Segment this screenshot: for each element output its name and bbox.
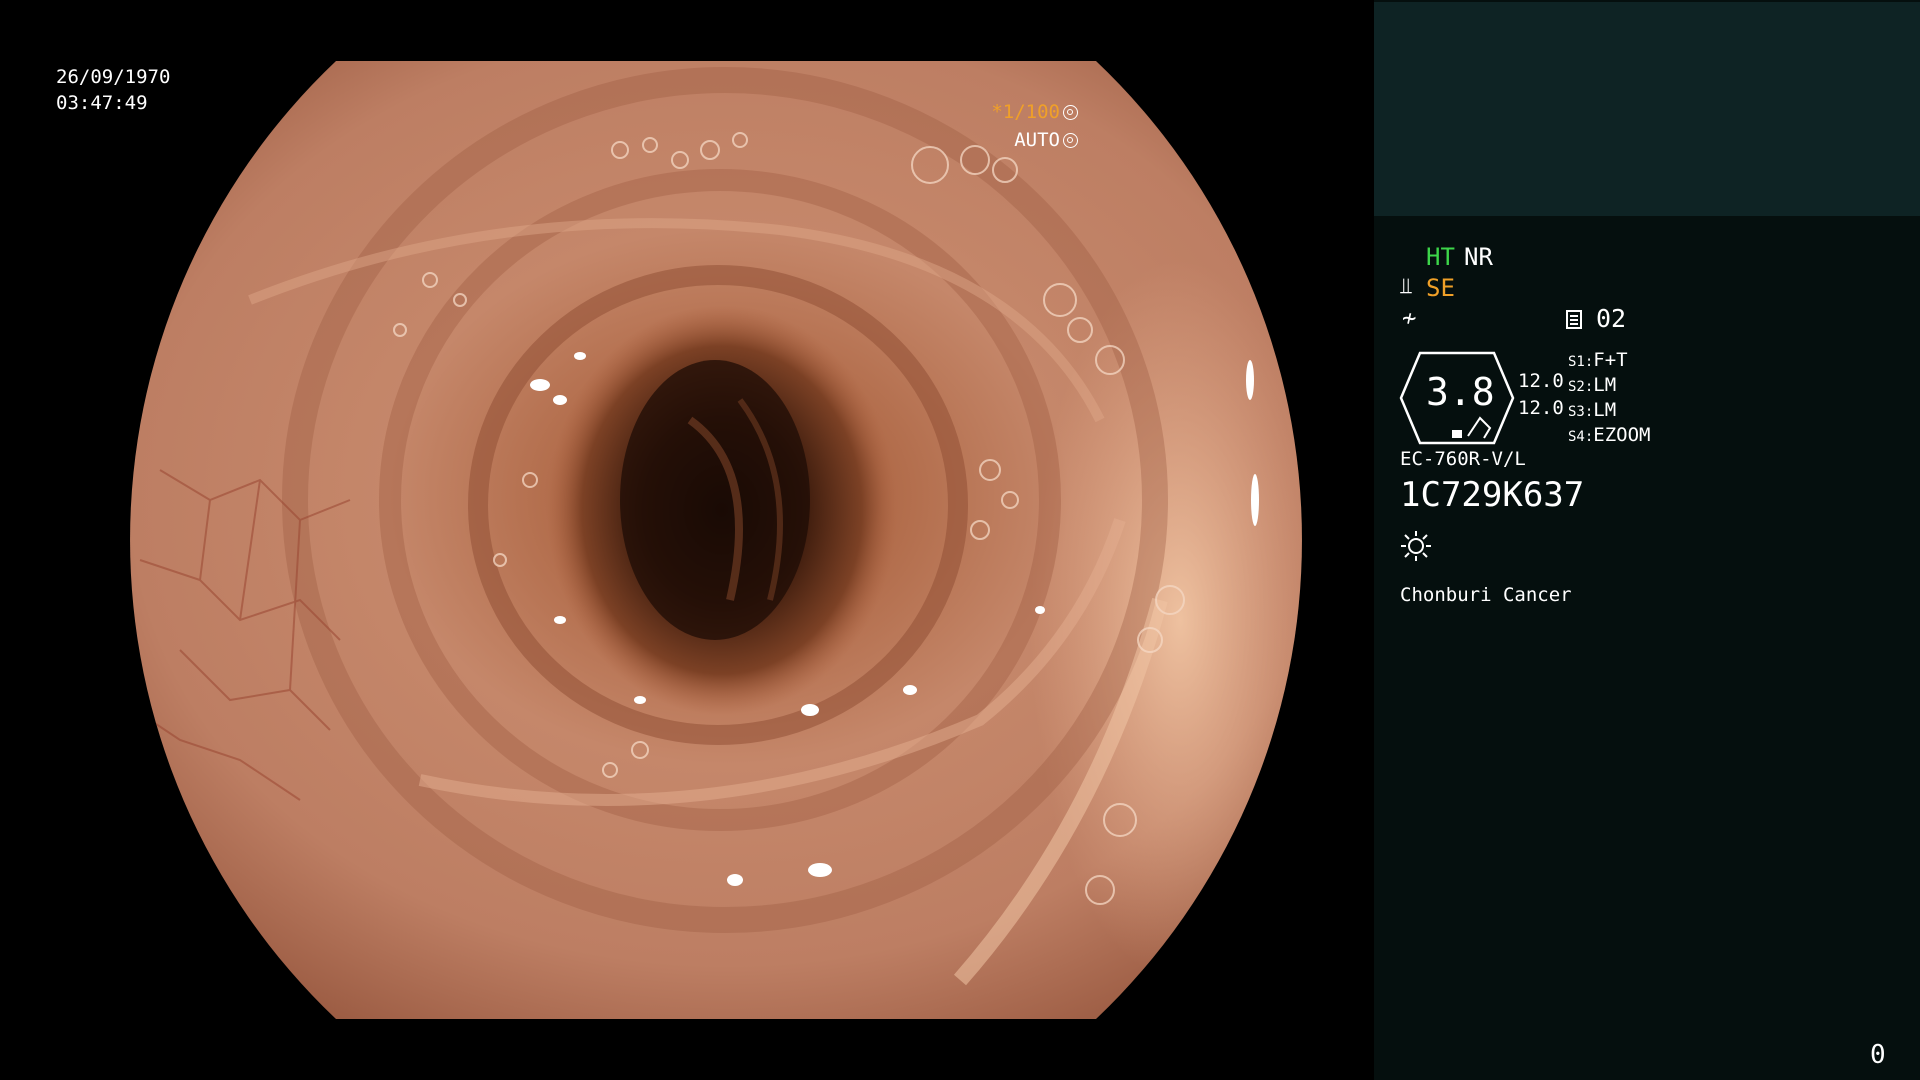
switch-row-s2: S2:LM xyxy=(1568,374,1616,396)
switch-value: EZOOM xyxy=(1593,424,1651,446)
switch-value: LM xyxy=(1593,399,1617,421)
frame-counter: 0 xyxy=(1870,1040,1886,1070)
switch-label: S4: xyxy=(1568,429,1594,445)
shutter-ratio: *1/100 xyxy=(991,101,1060,123)
switch-value: LM xyxy=(1593,374,1617,396)
shutter-info: *1/100 AUTO xyxy=(991,98,1078,154)
auto-mode-label: AUTO xyxy=(1014,129,1060,151)
scope-serial-number: 1C729K637 xyxy=(1400,475,1585,515)
scope-se-icon: ⫫ xyxy=(1400,274,1413,299)
setting-value-b: 12.0 xyxy=(1518,397,1564,419)
date-label: 26/09/1970 xyxy=(56,66,171,88)
info-panel-header xyxy=(1374,2,1920,216)
se-indicator: SE xyxy=(1426,274,1455,302)
endoscopic-image xyxy=(130,61,1302,1019)
institution-name: Chonburi Cancer xyxy=(1400,584,1572,606)
time-label: 03:47:49 xyxy=(56,92,148,114)
light-source-icon xyxy=(1401,531,1431,561)
endoscopy-screen: 26/09/1970 03:47:49 *1/100 AUTO HT NR ⫫ … xyxy=(0,0,1920,1080)
switch-label: S2: xyxy=(1568,379,1594,395)
aperture-icon xyxy=(1063,105,1078,120)
switch-value: F+T xyxy=(1593,349,1628,371)
switch-label: S1: xyxy=(1568,354,1594,370)
switch-row-s4: S4:EZOOM xyxy=(1568,424,1651,446)
iris-icon xyxy=(1063,133,1078,148)
memory-number: 02 xyxy=(1596,304,1627,333)
nr-indicator: NR xyxy=(1464,243,1493,271)
ht-indicator: HT xyxy=(1426,243,1455,271)
date-time-stamp: 26/09/1970 03:47:49 xyxy=(56,64,170,116)
scope-model: EC-760R-V/L xyxy=(1400,448,1526,470)
switch-row-s1: S1:F+T xyxy=(1568,349,1628,371)
switch-label: S3: xyxy=(1568,404,1594,420)
info-panel: HT NR ⫫ SE ≁ 02 3.8 12.0 12.0 S1:F+T S2:… xyxy=(1374,0,1920,1080)
memory-icon xyxy=(1566,310,1582,329)
setting-value-a: 12.0 xyxy=(1518,370,1564,392)
endoscopic-image-area: 26/09/1970 03:47:49 *1/100 AUTO xyxy=(0,0,1374,1080)
switch-row-s3: S3:LM xyxy=(1568,399,1616,421)
nf-icon: ≁ xyxy=(1402,304,1417,332)
zoom-value: 3.8 xyxy=(1426,370,1495,414)
